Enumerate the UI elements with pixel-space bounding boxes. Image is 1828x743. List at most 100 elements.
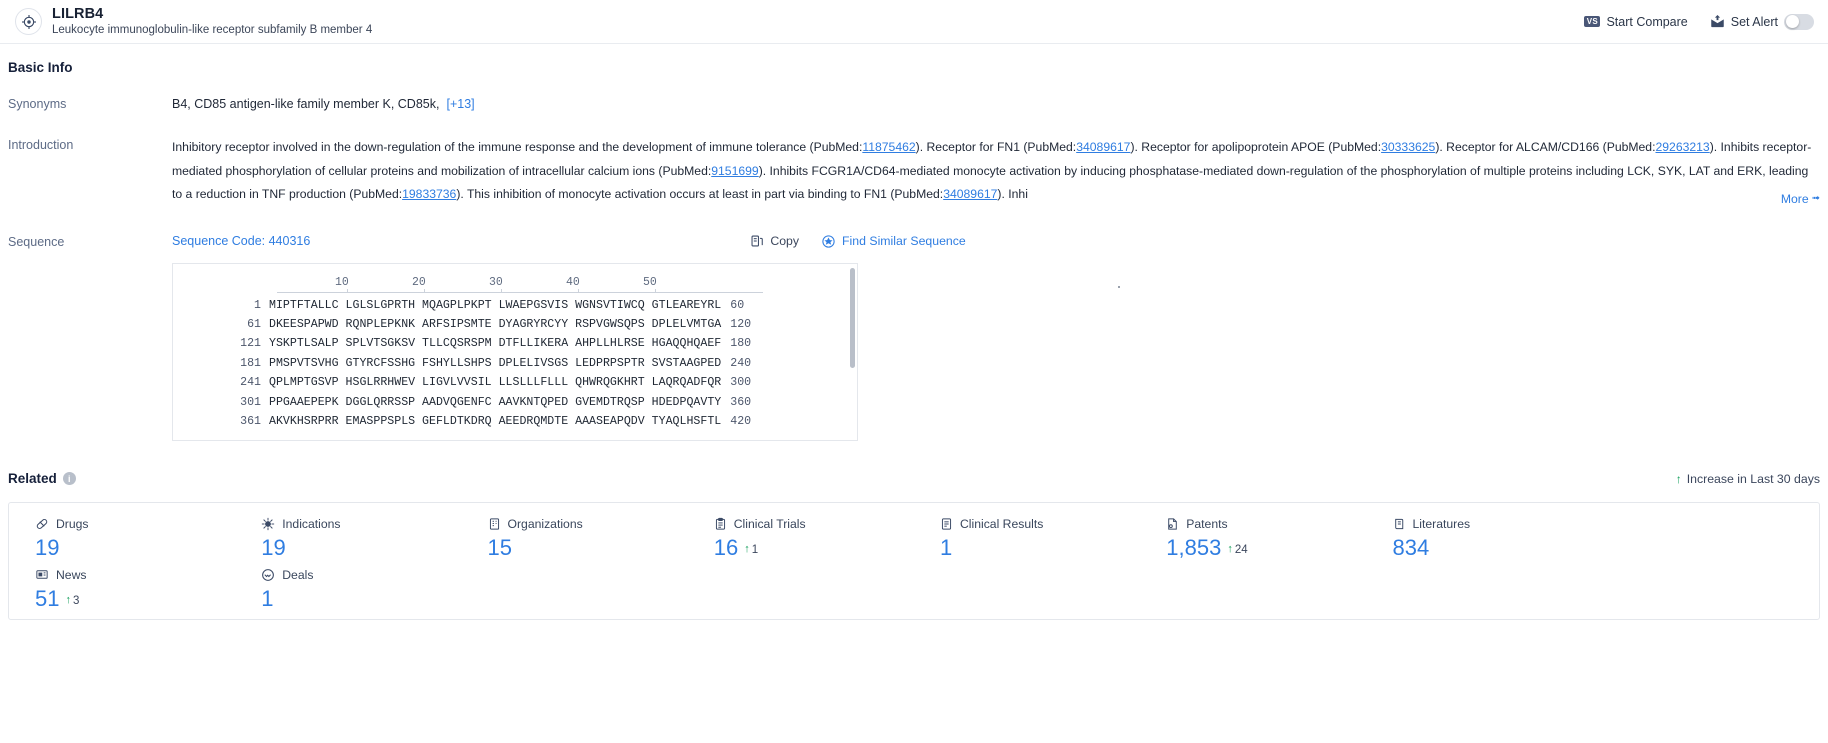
related-metrics-grid: Drugs 19 Indications 19 Organizations 15 Clini… [9,517,1819,613]
copy-icon [750,234,764,248]
metric-deals[interactable]: Deals 1 [235,568,461,613]
metric-clinical-trials[interactable]: Clinical Trials 16 ↑ 1 [688,517,914,562]
set-alert-toggle[interactable] [1784,13,1814,30]
sequence-toolbar: Sequence Code: 440316 Copy Find Similar … [172,233,1820,250]
start-compare-label: Start Compare [1606,14,1688,29]
metric-header: Patents [1166,517,1366,531]
sequence-end-index: 420 [730,414,752,428]
metric-header: Clinical Trials [714,517,914,531]
sequence-start-index: 181 [240,356,261,370]
synonyms-value: B4, CD85 antigen-like family member K, C… [172,97,440,111]
ruler-tick-mark [655,288,656,293]
metric-value-row: 19 [35,534,235,562]
pubmed-link[interactable]: 29263213 [1655,140,1709,154]
sequence-residues: MIPTFTALLC LGLSLGPRTH MQAGPLPKPT LWAEPGS… [269,298,722,312]
patent-icon [1166,517,1179,531]
chevron-double-down-icon: ➟ [1811,192,1820,204]
metric-label: Patents [1186,516,1228,531]
introduction-more-button[interactable]: More ➟ [1770,191,1820,206]
sequence-start-index: 241 [240,376,261,390]
metric-value[interactable]: 16 [714,534,738,562]
synonyms-label: Synonyms [8,97,67,111]
metric-indications[interactable]: Indications 19 [235,517,461,562]
legend-label: Increase in Last 30 days [1686,471,1820,486]
sequence-end-index: 60 [730,298,745,312]
metric-value[interactable]: 1 [261,585,273,613]
metric-header: News [35,568,235,582]
metric-value-row: 19 [261,534,461,562]
related-title: Related [8,471,57,486]
metric-delta: ↑ 24 [1227,544,1247,562]
metric-delta-value: 24 [1234,543,1248,556]
synonyms-more-link[interactable]: [+13] [446,97,474,111]
sequence-line: 1 MIPTFTALLC LGLSLGPRTH MQAGPLPKPT LWAEPG… [173,296,857,315]
arrow-up-icon: ↑ [1227,543,1233,555]
building-icon [488,517,501,531]
metric-drugs[interactable]: Drugs 19 [9,517,235,562]
arrow-up-icon: ↑ [65,594,71,606]
pubmed-link[interactable]: 9151699 [711,164,758,178]
metric-value[interactable]: 834 [1393,534,1430,562]
metric-header: Clinical Results [940,517,1140,531]
metric-value[interactable]: 51 [35,585,59,613]
copy-sequence-button[interactable]: Copy [750,234,799,248]
sequence-end-index: 120 [730,317,752,331]
metric-value[interactable]: 1,853 [1166,534,1221,562]
sequence-residues: DKEESPAPWD RQNPLEPKNK ARFSIPSMTE DYAGRYR… [269,317,722,331]
metric-value-row: 16 ↑ 1 [714,534,914,562]
metric-literatures[interactable]: Literatures 834 [1367,517,1593,562]
metric-clinical-results[interactable]: Clinical Results 1 [914,517,1140,562]
introduction-text-run: Inhibitory receptor involved in the down… [172,140,863,154]
handshake-icon [261,568,275,582]
metric-value[interactable]: 19 [35,534,59,562]
sequence-viewer[interactable]: 10 20 30 40 50 1 MIPTFTALLC LGLSLGPRTH MQAGPL… [172,262,858,441]
metric-value[interactable]: 19 [261,534,285,562]
gene-full-name: Leukocyte immunoglobulin-like receptor s… [52,23,373,36]
find-similar-sequence-button[interactable]: Find Similar Sequence [821,234,966,249]
sequence-residues: QPLMPTGSVP HSGLRRHWEV LIGVLVVSIL LLSLLLF… [269,376,722,390]
pubmed-link[interactable]: 19833736 [402,187,456,201]
metric-value-row: 51 ↑ 3 [35,585,235,613]
sequence-code-link[interactable]: Sequence Code: 440316 [172,234,310,248]
pubmed-link[interactable]: 34089617 [1076,140,1130,154]
metric-patents[interactable]: Patents 1,853 ↑ 24 [1140,517,1366,562]
sequence-residues: YSKPTLSALP SPLVTSGKSV TLLCQSRSPM DTFLLIK… [269,337,722,351]
introduction-text-run: ). Receptor for FN1 (PubMed: [915,140,1077,154]
set-alert-button[interactable]: Set Alert [1710,13,1814,30]
gene-symbol: LILRB4 [52,5,104,22]
sequence-line: 61 DKEESPAPWD RQNPLEPKNK ARFSIPSMTE DYAGR… [173,315,857,334]
metric-label: Deals [282,567,314,582]
metric-organizations[interactable]: Organizations 15 [462,517,688,562]
metric-value[interactable]: 1 [940,534,952,562]
sequence-ruler: 10 20 30 40 50 [277,272,763,296]
sequence-end-index: 360 [730,395,752,409]
metric-header: Literatures [1393,517,1593,531]
metric-news[interactable]: News 51 ↑ 3 [9,568,235,613]
metric-label: Indications [282,516,341,531]
ruler-tick-mark [347,288,348,293]
pubmed-link[interactable]: 34089617 [943,187,997,201]
introduction-text: Inhibitory receptor involved in the down… [172,136,1820,207]
news-icon [35,568,49,581]
metric-delta-value: 3 [72,594,80,607]
find-similar-label: Find Similar Sequence [842,234,966,248]
metric-value[interactable]: 15 [488,534,512,562]
introduction-text-run: ). Receptor for apolipoprotein APOE (Pub… [1130,140,1382,154]
introduction-more-label: More [1780,191,1809,206]
metric-label: Literatures [1412,516,1471,531]
info-icon[interactable]: i [62,472,76,485]
pubmed-link[interactable]: 11875462 [862,140,915,154]
pubmed-link[interactable]: 30333625 [1381,140,1435,154]
basic-info-heading: Basic Info [8,60,73,75]
envelope-up-icon [1710,14,1725,29]
related-metrics-card: Drugs 19 Indications 19 Organizations 15 Clini… [8,501,1820,620]
arrow-up-icon: ↑ [1675,471,1682,486]
metric-header: Indications [261,517,461,531]
sequence-residues: PPGAAEPEPK DGGLQRRSSP AADVQGENFC AAVKNTQ… [269,395,722,409]
ruler-tick-mark [578,288,579,293]
arrow-up-icon: ↑ [744,543,750,555]
page-title: LILRB4 Leukocyte immunoglobulin-like rec… [52,6,372,38]
start-compare-button[interactable]: VS Start Compare [1584,15,1688,29]
sequence-rows: 1 MIPTFTALLC LGLSLGPRTH MQAGPLPKPT LWAEPG… [173,296,857,432]
sequence-scrollbar[interactable] [850,267,855,368]
